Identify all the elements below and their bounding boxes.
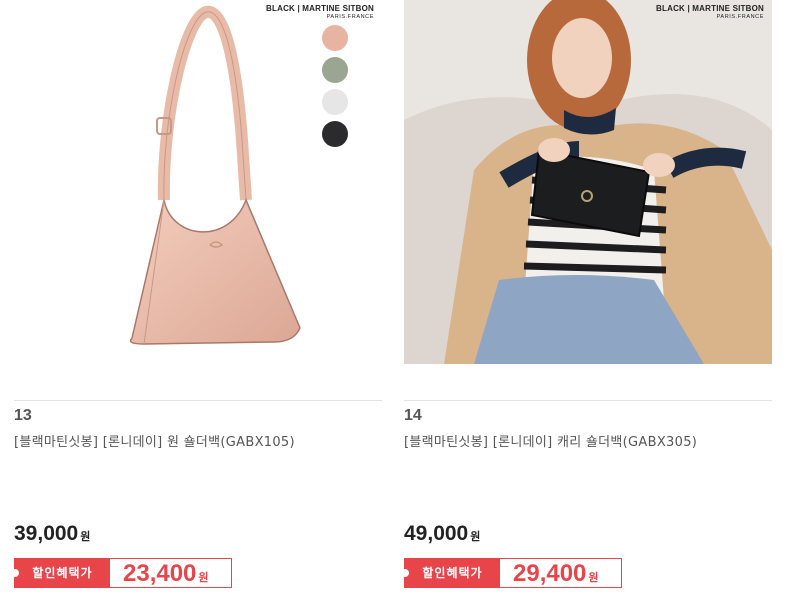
discount-price: 29,400 원 bbox=[513, 559, 599, 587]
product-card-14[interactable]: BLACK | MARTINE SITBON PARIS.FRANCE 14 [… bbox=[401, 0, 774, 599]
brand-name: BLACK | MARTINE SITBON bbox=[266, 4, 374, 13]
brand-logo: BLACK | MARTINE SITBON PARIS.FRANCE bbox=[656, 4, 764, 20]
currency-unit: 원 bbox=[470, 531, 481, 543]
product-price: 49,000 원 bbox=[404, 522, 480, 546]
brand-origin: PARIS.FRANCE bbox=[716, 14, 764, 20]
currency-unit: 원 bbox=[588, 572, 599, 584]
product-rank: 13 bbox=[14, 407, 32, 424]
discount-label-tag: 할인혜택가 bbox=[11, 559, 110, 587]
model-photo-illustration bbox=[404, 0, 772, 364]
swatch-white bbox=[322, 89, 348, 115]
tag-notch bbox=[11, 569, 19, 577]
tag-notch bbox=[401, 569, 409, 577]
product-price: 39,000 원 bbox=[14, 522, 90, 546]
discount-price-value: 29,400 bbox=[513, 560, 587, 587]
discount-price-box: 할인혜택가 23,400 원 bbox=[11, 558, 232, 588]
discount-price-value: 23,400 bbox=[123, 560, 197, 587]
discount-label: 할인혜택가 bbox=[422, 566, 483, 580]
divider bbox=[14, 400, 382, 401]
price-value: 39,000 bbox=[14, 522, 79, 545]
product-card-13[interactable]: BLACK | MARTINE SITBON PARIS.FRANCE 13 [… bbox=[11, 0, 384, 599]
color-swatches bbox=[320, 24, 378, 152]
discount-price-box: 할인혜택가 29,400 원 bbox=[401, 558, 622, 588]
brand-name: BLACK | MARTINE SITBON bbox=[656, 4, 764, 13]
brand-logo: BLACK | MARTINE SITBON PARIS.FRANCE bbox=[266, 4, 374, 20]
product-title[interactable]: [블랙마틴싯봉] [론니데이] 캐리 숄더백(GABX305) bbox=[404, 431, 697, 450]
product-image[interactable]: BLACK | MARTINE SITBON PARIS.FRANCE bbox=[14, 0, 382, 364]
product-title[interactable]: [블랙마틴싯봉] [론니데이] 원 숄더백(GABX105) bbox=[14, 431, 295, 450]
discount-price: 23,400 원 bbox=[123, 559, 209, 587]
price-value: 49,000 bbox=[404, 522, 469, 545]
swatch-black bbox=[322, 121, 348, 147]
swatch-green bbox=[322, 57, 348, 83]
product-image[interactable]: BLACK | MARTINE SITBON PARIS.FRANCE bbox=[404, 0, 772, 364]
discount-label: 할인혜택가 bbox=[32, 566, 93, 580]
currency-unit: 원 bbox=[80, 531, 91, 543]
product-rank: 14 bbox=[404, 407, 422, 424]
swatch-pink bbox=[322, 25, 348, 51]
discount-label-tag: 할인혜택가 bbox=[401, 559, 500, 587]
brand-origin: PARIS.FRANCE bbox=[326, 14, 374, 20]
currency-unit: 원 bbox=[198, 572, 209, 584]
divider bbox=[404, 400, 772, 401]
